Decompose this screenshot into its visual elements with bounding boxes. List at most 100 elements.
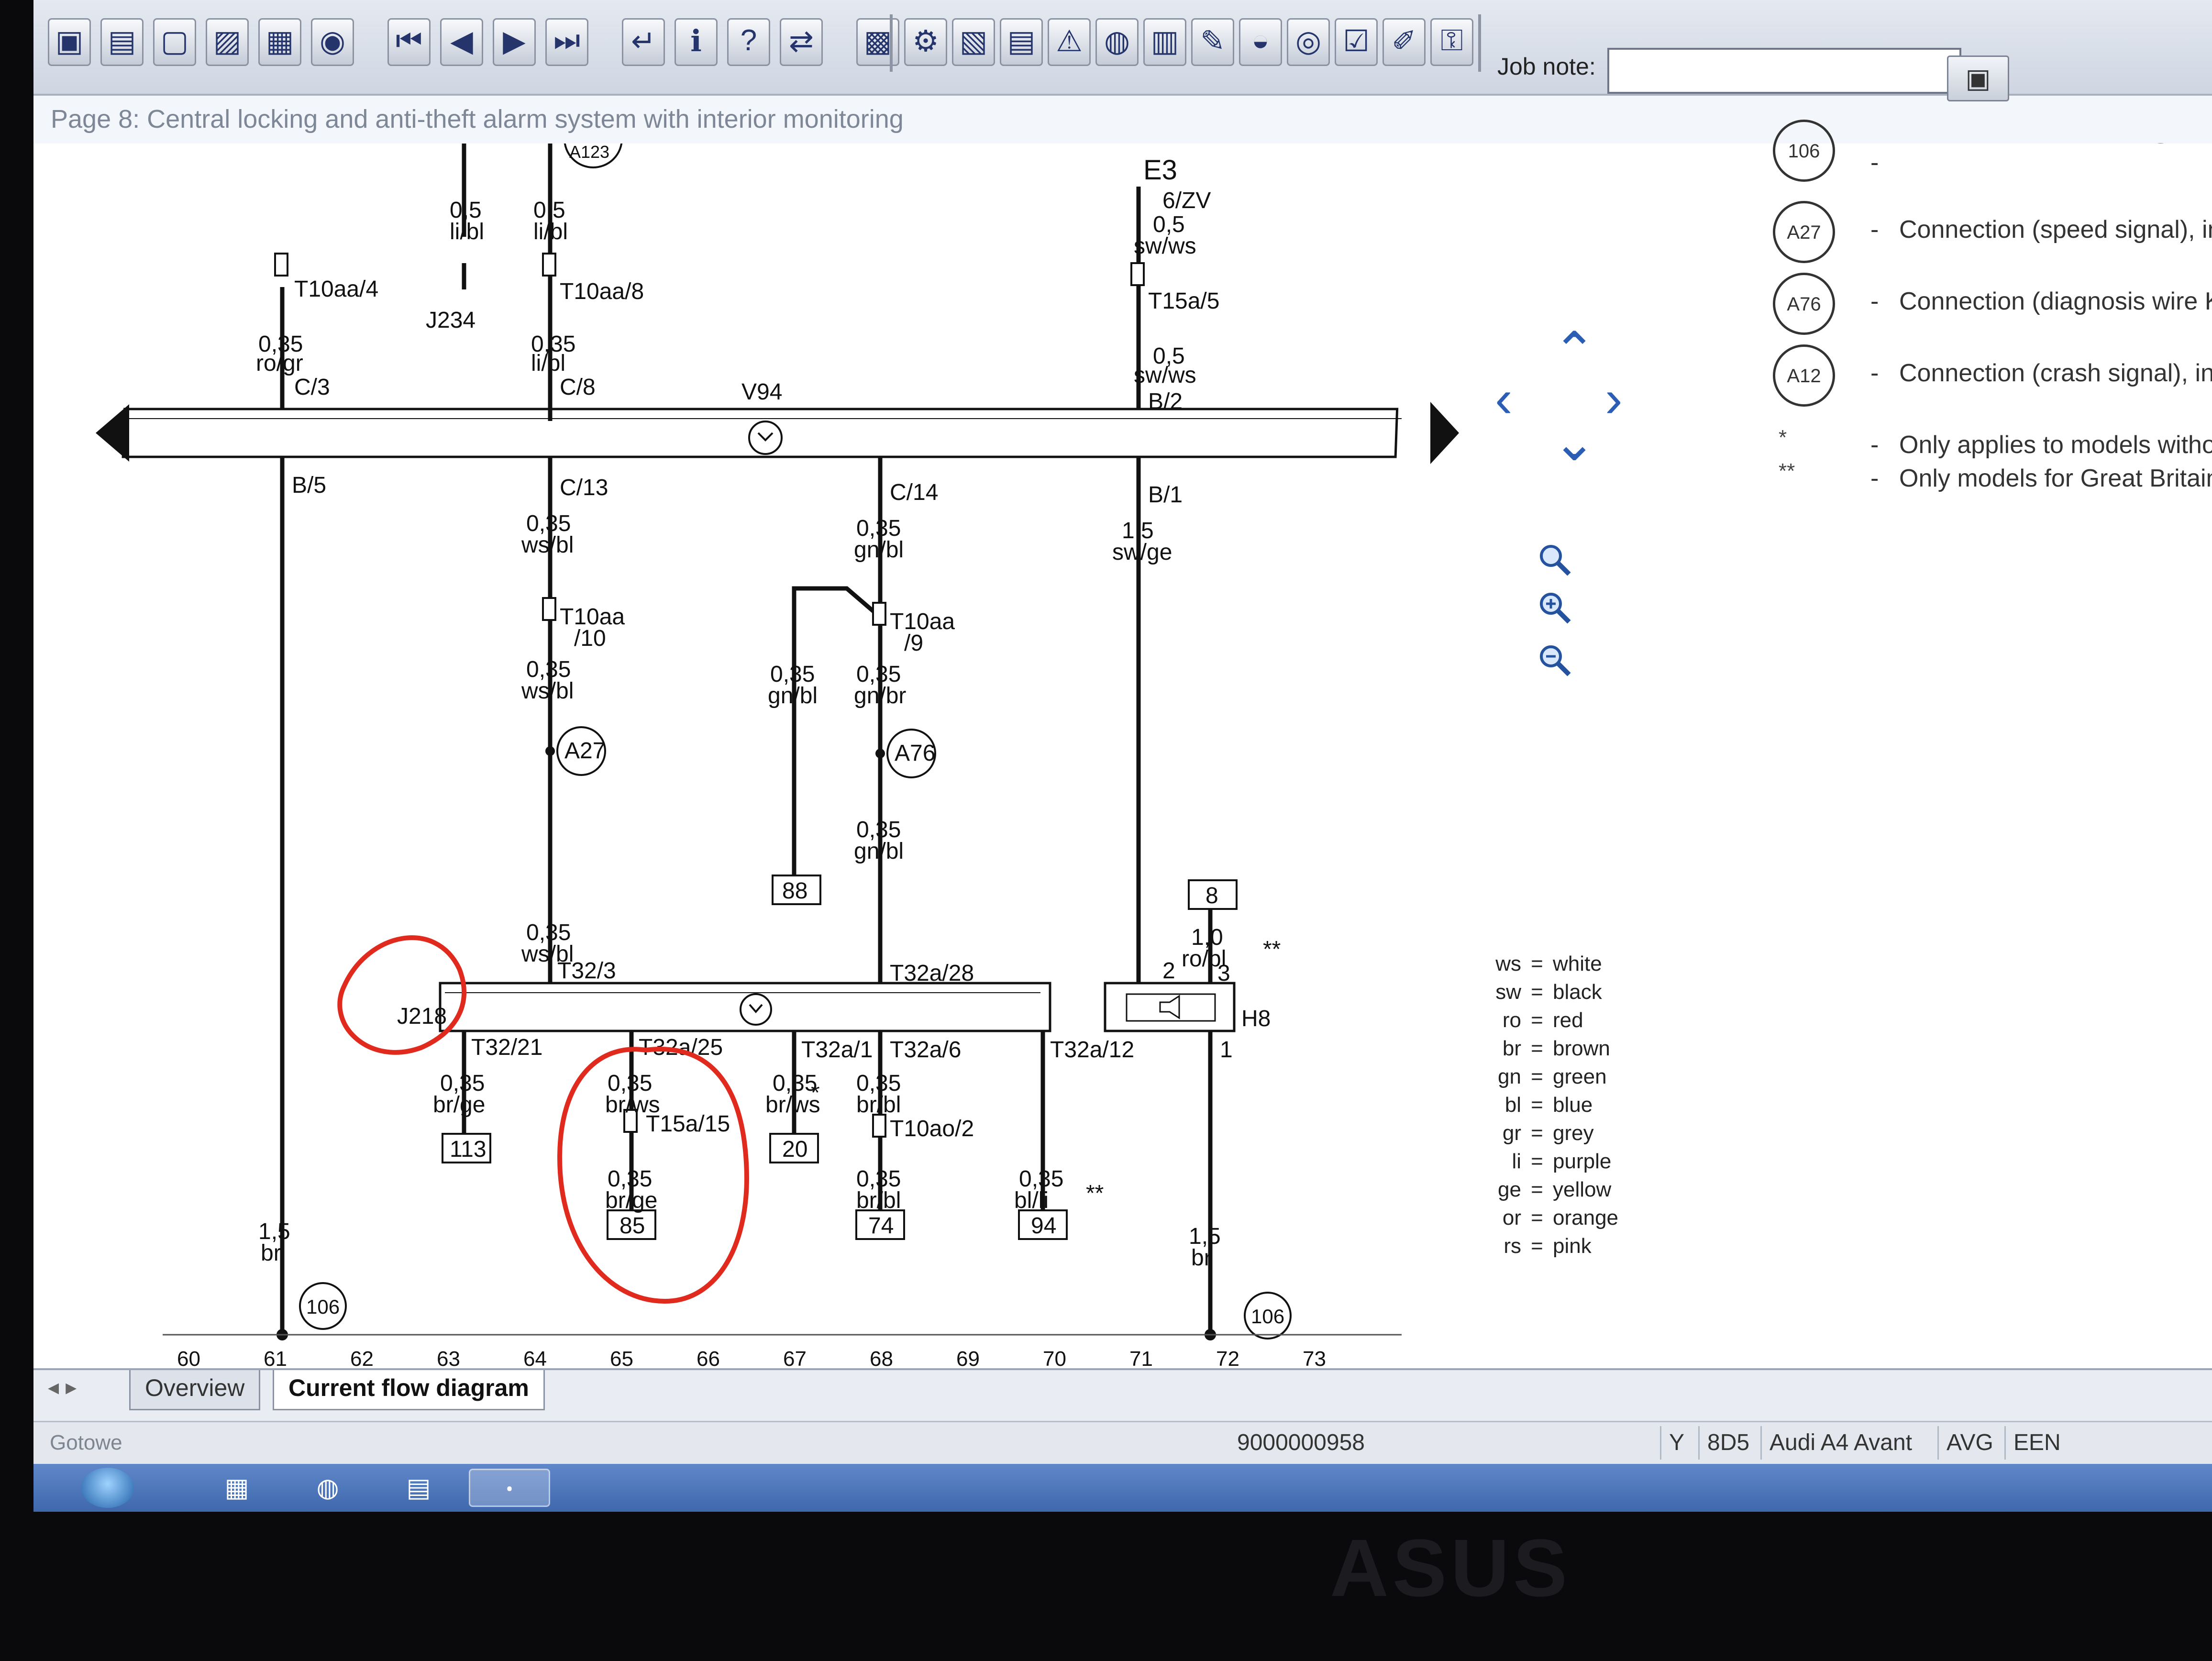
pan-right-icon[interactable]: ›	[1605, 368, 1623, 429]
taskbar-app-active-icon[interactable]: ꞏ	[469, 1469, 550, 1507]
pan-up-icon[interactable]: ⌃	[1552, 321, 1596, 382]
wire-c13-color: ws/bl	[521, 532, 574, 558]
scroll-left-arrow[interactable]	[96, 404, 129, 462]
note-text: Connection (diagnosis wire K	[1899, 288, 2212, 315]
car-icon[interactable]: ◒	[1239, 18, 1282, 66]
taskbar-browser-icon[interactable]: ◍	[287, 1469, 368, 1507]
tool-26-icon[interactable]: ✐	[1382, 18, 1426, 66]
scroll-right-arrow[interactable]	[1430, 402, 1459, 464]
taskbar: ▦ ◍ ▤ ꞏ	[33, 1464, 2212, 1512]
tool-17-icon[interactable]: ▧	[952, 18, 995, 66]
scale-label: 72	[1216, 1347, 1239, 1371]
scale-label: 61	[264, 1347, 287, 1371]
taskbar-folder-icon[interactable]: ▤	[378, 1469, 459, 1507]
document-glyph: ▤	[1007, 25, 1036, 58]
job-note-input[interactable]	[1607, 48, 1961, 94]
zoom-out-icon[interactable]	[1536, 641, 1574, 679]
screen: ▣ ▤ ▢ ▨ ▦ ◉ ⏮ ◀ ▶ ⏭ ↵ ℹ? ⇄ ▩ ⚙ ▧ ▤ ⚠ ◍ ▥ ✎ ◒ ◎ ☑ ✐ ⚿ Job note: ▣ …	[33, 0, 2212, 1512]
connector-t10ao2-label: T10ao/2	[890, 1116, 974, 1141]
tool-21-icon[interactable]: ▥	[1143, 18, 1186, 66]
tool-17-glyph: ▧	[959, 25, 988, 58]
next-page-icon[interactable]: ▶	[493, 18, 536, 66]
scale-label: 60	[177, 1347, 200, 1371]
wire-c13b-color: ws/bl	[521, 678, 574, 704]
status-cell-een: EEN	[2004, 1426, 2071, 1460]
tool-24-icon[interactable]: ◎	[1287, 18, 1330, 66]
start-button[interactable]	[81, 1468, 134, 1508]
legend-color-name: orange	[1553, 1206, 1619, 1229]
help-icon[interactable]: ?	[727, 18, 770, 66]
v94-ground-symbol	[748, 421, 783, 455]
tool-1-icon[interactable]: ▣	[48, 18, 91, 66]
legend-equals: =	[1531, 980, 1543, 1004]
tool-5-glyph: ▦	[265, 25, 294, 58]
connector-t10aa4	[274, 253, 288, 277]
last-page-icon[interactable]: ⏭	[545, 18, 588, 66]
ref-85-label: 85	[619, 1213, 645, 1239]
legend-equals: =	[1531, 1065, 1543, 1088]
note-dash: -	[1870, 216, 1879, 244]
zoom-in-icon[interactable]	[1536, 588, 1574, 627]
legend-code: gr	[1502, 1121, 1521, 1145]
tab-overview[interactable]: Overview	[129, 1370, 261, 1410]
tab-scroll-arrows[interactable]: ◂▸	[48, 1374, 83, 1400]
back-icon[interactable]: ↵	[622, 18, 665, 66]
job-note-button[interactable]: ▣	[1947, 55, 2009, 101]
legend-equals: =	[1531, 1150, 1543, 1173]
wire-b5-color: br	[261, 1240, 281, 1266]
tool-24-glyph: ◎	[1295, 25, 1322, 58]
first-page-icon[interactable]: ⏮	[387, 18, 431, 66]
note-row: ** - Only models for Great Britain	[1732, 459, 2212, 512]
legend-code: br	[1502, 1037, 1521, 1060]
ref-8-label: 8	[1206, 883, 1218, 908]
tool-27-icon[interactable]: ⚿	[1430, 18, 1473, 66]
globe-icon[interactable]: ◍	[1095, 18, 1139, 66]
j218-pin-t32-3: T32/3	[557, 958, 616, 984]
swap-icon[interactable]: ⇄	[780, 18, 823, 66]
tab-current-flow-diagram[interactable]: Current flow diagram	[273, 1370, 545, 1410]
tool-16-icon[interactable]: ⚙	[904, 18, 947, 66]
marker-star-2: **	[1263, 937, 1281, 962]
connector-t10ao2	[872, 1114, 886, 1138]
legend-row: gr = grey	[1478, 1121, 1618, 1150]
document-icon[interactable]: ▤	[1000, 18, 1043, 66]
legend-equals: =	[1531, 1037, 1543, 1060]
info-icon[interactable]: ℹ	[675, 18, 718, 66]
tool-5-icon[interactable]: ▦	[258, 18, 301, 66]
tool-3-icon[interactable]: ▢	[153, 18, 196, 66]
wire-top-1-color: li/bl	[450, 219, 484, 244]
legend-row: li = purple	[1478, 1150, 1618, 1178]
taskbar-app-1-icon[interactable]: ▦	[196, 1469, 277, 1507]
connector-t10aa8-label: T10aa/8	[560, 279, 644, 304]
j234-label: J234	[426, 308, 476, 333]
previous-page-icon[interactable]: ◀	[440, 18, 483, 66]
tool-16-glyph: ⚙	[912, 25, 939, 58]
ground-106-label-1: 106	[306, 1296, 340, 1318]
tool-3-glyph: ▢	[160, 25, 189, 58]
tool-6-icon[interactable]: ◉	[311, 18, 354, 66]
tool-4-icon[interactable]: ▨	[206, 18, 249, 66]
wire-t32-21-color: br/ge	[433, 1092, 485, 1118]
e3-label: E3	[1143, 155, 1177, 186]
tool-2-icon[interactable]: ▤	[100, 18, 144, 66]
status-cell-y: Y	[1660, 1426, 1698, 1460]
zoom-icon[interactable]	[1536, 541, 1574, 579]
tool-22-icon[interactable]: ✎	[1191, 18, 1234, 66]
pan-down-icon[interactable]: ⌄	[1552, 411, 1596, 473]
checklist-icon[interactable]: ☑	[1335, 18, 1378, 66]
scale-label: 68	[870, 1347, 893, 1371]
status-number: 9000000958	[1237, 1430, 1365, 1455]
status-cell-avg: AVG	[1937, 1426, 2004, 1460]
e3-pin-label: 6/ZV	[1162, 188, 1211, 213]
note-symbol: *	[1779, 426, 1787, 449]
previous-page-glyph: ◀	[450, 25, 473, 58]
wire-top-5-color: sw/ws	[1134, 363, 1196, 388]
tool-22-glyph: ✎	[1200, 25, 1225, 58]
tool-27-glyph: ⚿	[1440, 24, 1463, 57]
legend-color-name: red	[1553, 1008, 1583, 1032]
warning-icon[interactable]: ⚠	[1048, 18, 1091, 66]
marker-star-3: **	[1086, 1181, 1104, 1206]
wire-t32a-6b-color: br/bl	[856, 1188, 901, 1213]
pan-left-icon[interactable]: ‹	[1495, 368, 1513, 429]
tool-15-icon[interactable]: ▩	[856, 18, 899, 66]
